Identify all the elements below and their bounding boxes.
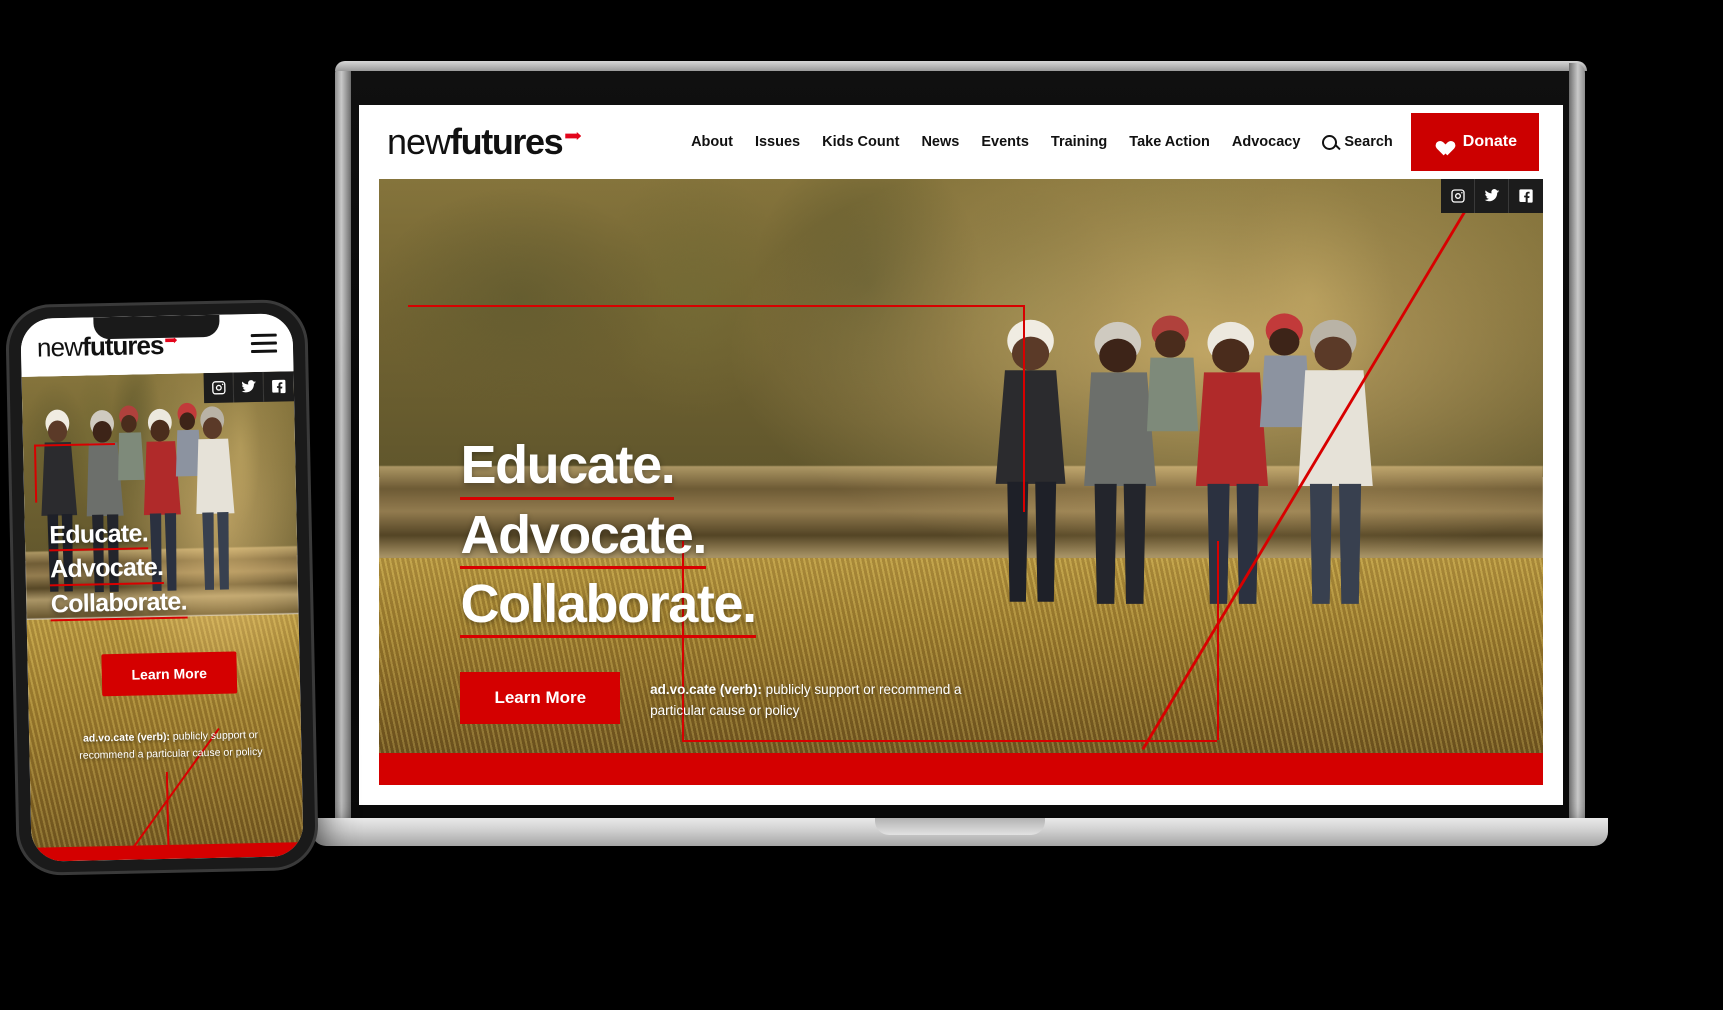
nav-item-events[interactable]: Events [981,134,1029,150]
website-desktop: new futures About Issues Kids Count News … [359,105,1563,805]
logo-text-futures: futures [450,121,564,162]
phone-screen: newfutures Educate. Advocate. Collaborat… [20,313,304,862]
hamburger-menu-icon[interactable] [250,328,278,358]
laptop-screen: new futures About Issues Kids Count News … [359,105,1563,805]
nav-item-about[interactable]: About [691,134,733,150]
hero-headline-line-2: Advocate. [460,506,707,569]
nav-item-advocacy[interactable]: Advocacy [1232,134,1301,150]
hero-headline-line-3: Collaborate. [460,575,757,638]
nav-item-news[interactable]: News [921,134,959,150]
mobile-learn-more-button[interactable]: Learn More [101,651,238,697]
twitter-icon[interactable] [1475,179,1509,213]
heart-icon [1433,135,1450,150]
hamburger-line [250,333,277,337]
phone-notch [93,314,220,340]
mobile-hero-content: Educate. Advocate. Collaborate. Learn Mo… [49,517,288,765]
hero-section: Educate. Advocate. Collaborate. Learn Mo… [379,179,1543,785]
site-logo[interactable]: new futures [383,121,582,163]
mobile-hero-headline-line-2: Advocate. [50,553,164,587]
laptop-lid: new futures About Issues Kids Count News … [335,61,1587,825]
primary-navigation: About Issues Kids Count News Events Trai… [691,134,1393,150]
hamburger-line [251,349,278,353]
screenshot-stage: new futures About Issues Kids Count News … [0,0,1723,1010]
learn-more-button[interactable]: Learn More [460,672,621,724]
donate-button[interactable]: Donate [1410,113,1539,171]
hero-content: Educate. Advocate. Collaborate. Learn Mo… [460,437,1182,724]
donate-label: Donate [1462,133,1517,150]
laptop-base [312,818,1608,846]
hamburger-line [250,341,277,345]
hero-banner: Educate. Advocate. Collaborate. Learn Mo… [379,179,1543,753]
social-bar [1441,179,1543,213]
mobile-hero-headline-line-1: Educate. [49,519,149,552]
site-header: new futures About Issues Kids Count News … [379,105,1543,179]
laptop-top-bezel [335,61,1587,71]
laptop-base-notch [875,818,1045,835]
mobile-social-bar [203,371,295,404]
phone-frame: newfutures Educate. Advocate. Collaborat… [8,301,316,874]
mobile-hero-definition: ad.vo.cate (verb): publicly support or r… [53,726,288,764]
search-label: Search [1344,134,1393,150]
definition-term: ad.vo.cate (verb): [650,682,762,697]
logo-arrow-icon [565,132,582,140]
instagram-icon[interactable] [1441,179,1475,213]
nav-item-kids-count[interactable]: Kids Count [822,134,899,150]
instagram-icon[interactable] [203,372,235,404]
facebook-icon[interactable] [263,371,295,402]
mobile-logo-text-new: new [36,331,83,363]
mobile-logo-arrow-icon [165,337,177,343]
nav-item-take-action[interactable]: Take Action [1129,134,1210,150]
logo-text-new: new [387,121,451,162]
hero-headline-line-1: Educate. [460,437,676,500]
nav-item-training[interactable]: Training [1051,134,1107,150]
mobile-definition-term: ad.vo.cate (verb): [82,730,171,745]
facebook-icon[interactable] [1509,179,1543,213]
laptop-mockup: new futures About Issues Kids Count News … [312,61,1608,846]
mobile-hero-headline-line-3: Collaborate. [51,587,188,622]
hero-cta-row: Learn More ad.vo.cate (verb): publicly s… [460,672,1182,724]
nav-item-issues[interactable]: Issues [755,134,800,150]
twitter-icon[interactable] [233,371,265,403]
phone-mockup: newfutures Educate. Advocate. Collaborat… [8,301,316,874]
hero-definition: ad.vo.cate (verb): publicly support or r… [650,672,980,722]
mobile-hero-section: Educate. Advocate. Collaborate. Learn Mo… [21,371,304,862]
search-button[interactable]: Search [1322,134,1393,150]
search-icon [1322,134,1338,150]
